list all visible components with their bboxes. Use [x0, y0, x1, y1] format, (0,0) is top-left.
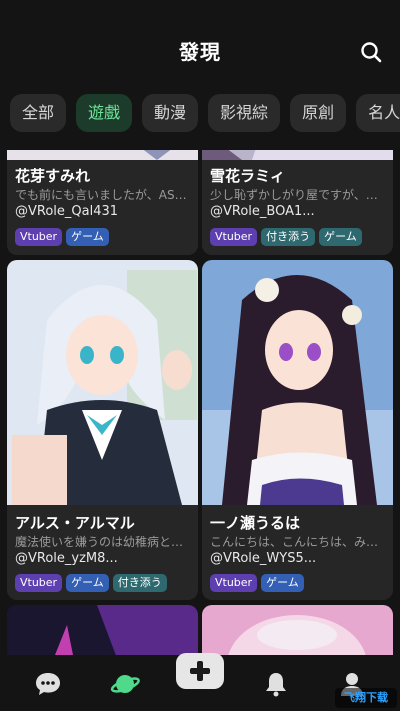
chat-icon[interactable]: [33, 669, 63, 699]
character-card[interactable]: 花芽すみれ でも前にも言いましたが、ASMR... @VRole_Qal431 …: [7, 150, 198, 255]
tag-list: Vtuber 付き添う ゲーム: [210, 228, 362, 246]
tag-list: Vtuber ゲーム 付き添う: [15, 574, 167, 592]
tab-all[interactable]: 全部: [10, 94, 67, 132]
character-name: 一ノ瀬うるは: [210, 514, 301, 532]
create-plus-icon: [190, 661, 210, 681]
character-description: こんにちは、こんにちは、みんな...: [210, 535, 385, 549]
character-portrait: [7, 605, 198, 655]
character-handle: @VRole_Qal431: [15, 204, 119, 219]
tag-badge: ゲーム: [319, 228, 362, 246]
tab-games[interactable]: 遊戲: [76, 94, 133, 132]
character-card[interactable]: [202, 605, 393, 655]
character-card[interactable]: アルス・アルマル 魔法使いを嫌うのは幼稚病という... @VRole_yzM8.…: [7, 260, 198, 600]
tag-badge: ゲーム: [66, 574, 109, 592]
character-card[interactable]: 雪花ラミィ 少し恥ずかしがり屋ですが、それ... @VRole_BOA1... …: [202, 150, 393, 255]
character-name: 雪花ラミィ: [210, 167, 286, 185]
character-card[interactable]: 一ノ瀬うるは こんにちは、こんにちは、みんな... @VRole_WYS5...…: [202, 260, 393, 600]
tag-badge: Vtuber: [15, 228, 63, 246]
character-portrait: [202, 150, 393, 160]
tag-list: Vtuber ゲーム: [210, 574, 304, 592]
tab-film-tv-variety[interactable]: 影視綜: [208, 94, 281, 132]
character-handle: @VRole_WYS5...: [210, 551, 317, 566]
character-portrait: [7, 150, 198, 160]
tag-badge: 付き添う: [112, 574, 167, 592]
watermark: 飞翔下载: [335, 688, 397, 708]
character-description: でも前にも言いましたが、ASMR...: [15, 188, 190, 202]
character-description: 魔法使いを嫌うのは幼稚病という...: [15, 535, 190, 549]
tag-badge: Vtuber: [210, 574, 258, 592]
character-portrait: [202, 260, 393, 505]
notification-bell-icon[interactable]: [261, 669, 291, 699]
character-grid: 花芽すみれ でも前にも言いましたが、ASMR... @VRole_Qal431 …: [0, 150, 400, 655]
category-tabs: 全部 遊戲 動漫 影視綜 原創 名人: [0, 94, 400, 134]
tab-anime[interactable]: 動漫: [142, 94, 199, 132]
tag-badge: ゲーム: [261, 574, 304, 592]
tag-list: Vtuber ゲーム: [15, 228, 109, 246]
tab-celebrities[interactable]: 名人: [356, 94, 400, 132]
character-handle: @VRole_yzM8...: [15, 551, 118, 566]
page-title: 發現: [179, 40, 221, 64]
character-name: 花芽すみれ: [15, 167, 91, 185]
header: 發現: [0, 0, 400, 92]
create-button[interactable]: [176, 653, 224, 689]
character-card[interactable]: [7, 605, 198, 655]
tag-badge: ゲーム: [66, 228, 109, 246]
discover-planet-icon[interactable]: [110, 669, 140, 699]
tag-badge: Vtuber: [210, 228, 258, 246]
character-handle: @VRole_BOA1...: [210, 204, 315, 219]
character-portrait: [202, 605, 393, 655]
character-portrait: [7, 260, 198, 505]
search-icon[interactable]: [359, 40, 383, 64]
character-description: 少し恥ずかしがり屋ですが、それ...: [210, 188, 385, 202]
tag-badge: Vtuber: [15, 574, 63, 592]
tab-original[interactable]: 原創: [290, 94, 347, 132]
character-name: アルス・アルマル: [15, 514, 135, 532]
tag-badge: 付き添う: [261, 228, 316, 246]
